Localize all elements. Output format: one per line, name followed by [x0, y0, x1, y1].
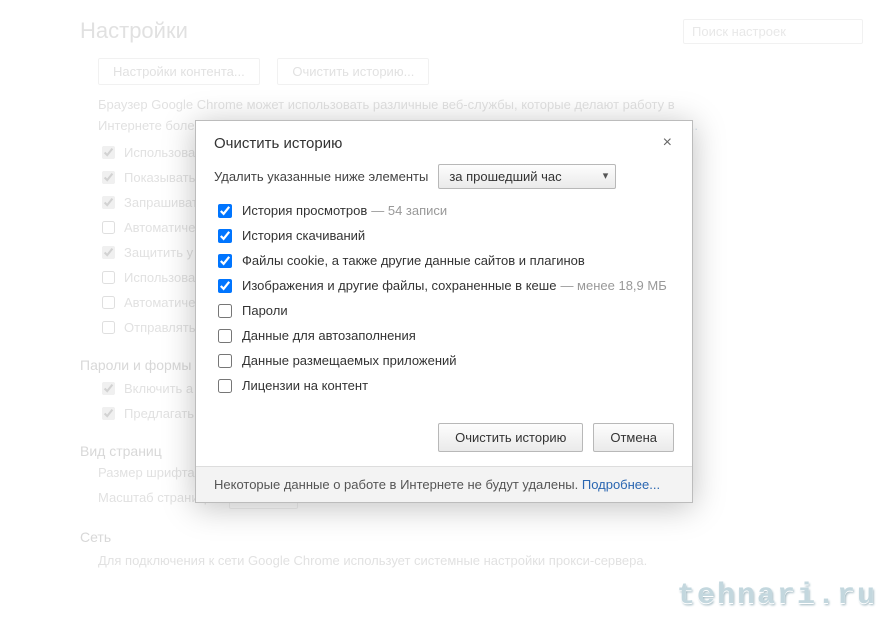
close-icon[interactable]: × [661, 135, 674, 151]
clear-data-note: — 54 записи [371, 203, 447, 218]
clear-data-label: Данные для автозаполнения [242, 328, 416, 343]
clear-data-item[interactable]: Файлы cookie, а также другие данные сайт… [218, 253, 674, 268]
clear-data-checkbox[interactable] [218, 279, 232, 293]
watermark: tehnari.ru [677, 579, 877, 613]
clear-data-label: Изображения и другие файлы, сохраненные … [242, 278, 556, 293]
clear-data-checkbox[interactable] [218, 204, 232, 218]
clear-data-checkbox[interactable] [218, 254, 232, 268]
clear-history-dialog: Очистить историю × Удалить указанные ниж… [195, 120, 693, 503]
clear-data-label: Файлы cookie, а также другие данные сайт… [242, 253, 585, 268]
clear-data-label: История просмотров [242, 203, 367, 218]
clear-data-label: Лицензии на контент [242, 378, 368, 393]
clear-history-submit-button[interactable]: Очистить историю [438, 423, 583, 452]
clear-data-checkbox[interactable] [218, 329, 232, 343]
clear-data-item[interactable]: Изображения и другие файлы, сохраненные … [218, 278, 674, 293]
clear-data-item[interactable]: История просмотров — 54 записи [218, 203, 674, 218]
clear-data-item[interactable]: Лицензии на контент [218, 378, 674, 393]
footer-text: Некоторые данные о работе в Интернете не… [214, 477, 582, 492]
clear-data-item[interactable]: История скачиваний [218, 228, 674, 243]
clear-data-checkbox[interactable] [218, 304, 232, 318]
dialog-prompt: Удалить указанные ниже элементы [214, 169, 428, 184]
clear-data-checkbox[interactable] [218, 379, 232, 393]
clear-data-item[interactable]: Данные размещаемых приложений [218, 353, 674, 368]
clear-data-label: Пароли [242, 303, 288, 318]
footer-learn-more-link[interactable]: Подробнее... [582, 477, 660, 492]
clear-data-label: Данные размещаемых приложений [242, 353, 457, 368]
dialog-footer: Некоторые данные о работе в Интернете не… [196, 466, 692, 502]
clear-data-item[interactable]: Пароли [218, 303, 674, 318]
clear-data-checkbox[interactable] [218, 354, 232, 368]
clear-data-note: — менее 18,9 МБ [560, 278, 666, 293]
clear-data-item[interactable]: Данные для автозаполнения [218, 328, 674, 343]
dialog-title: Очистить историю [214, 135, 342, 152]
clear-data-label: История скачиваний [242, 228, 365, 243]
time-range-select[interactable]: за прошедший часза вчераза прошлую недел… [438, 164, 616, 189]
cancel-button[interactable]: Отмена [593, 423, 674, 452]
clear-data-checkbox[interactable] [218, 229, 232, 243]
